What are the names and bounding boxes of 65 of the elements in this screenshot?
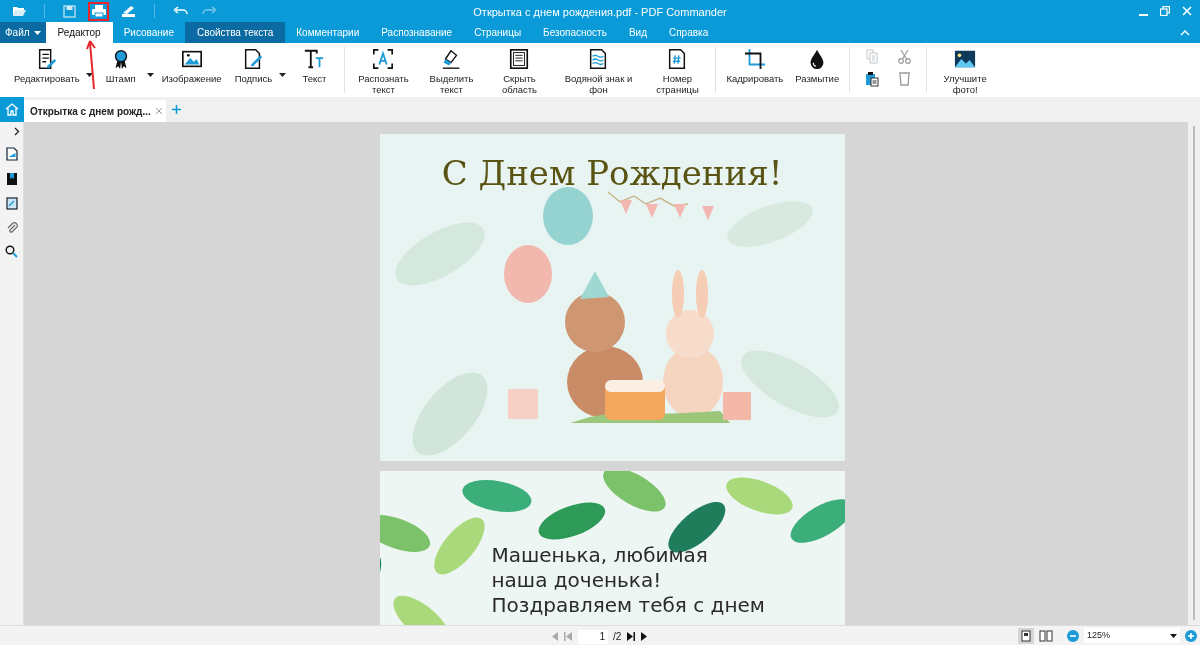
tool-button[interactable]: Текст	[290, 47, 339, 84]
tool-button[interactable]: Штамп	[96, 47, 154, 84]
collapse-ribbon-icon[interactable]	[1180, 29, 1190, 36]
undo-icon[interactable]	[173, 6, 189, 16]
page-number-field[interactable]: 1	[578, 629, 608, 644]
add-tab-icon[interactable]	[171, 105, 181, 114]
paperclip-icon[interactable]	[5, 221, 18, 234]
caret-icon	[1170, 633, 1177, 638]
window-title: Открытка с днем рождения.pdf - PDF Commander	[472, 5, 728, 20]
tool-button[interactable]: Номер страницы	[645, 47, 710, 95]
home-icon	[5, 103, 19, 116]
zoom-dropdown[interactable]: 125%	[1084, 628, 1180, 643]
landscape-photo-icon	[954, 48, 977, 70]
save-icon[interactable]	[63, 4, 76, 18]
file-menu[interactable]: Файл	[0, 22, 46, 43]
zoom-in-icon[interactable]	[1185, 629, 1197, 642]
tool-button[interactable]: Редактировать	[10, 47, 93, 84]
card-text: наша доченька!	[491, 568, 663, 593]
text-recognition-icon	[372, 48, 395, 70]
tool-button[interactable]: Улучшите фото!	[933, 47, 998, 95]
tool-button[interactable]: Выделить текст	[419, 47, 484, 95]
tool-button[interactable]: Изображение	[157, 47, 226, 84]
document-tab[interactable]: Открытка с днем рожд...	[24, 100, 166, 122]
ribbon-tab[interactable]: Свойства текста	[185, 22, 286, 43]
bookmark-icon[interactable]	[5, 172, 18, 186]
open-folder-icon[interactable]	[12, 5, 26, 17]
annotation-arrow	[86, 40, 98, 90]
tool-button[interactable]: Скрыть область	[487, 47, 552, 95]
restore-icon[interactable]	[1160, 6, 1170, 16]
pen-document-icon	[242, 48, 265, 70]
tool-button[interactable]: Размытие	[791, 47, 844, 84]
single-page-view-button[interactable]	[1018, 627, 1034, 644]
caret-icon	[85, 73, 93, 77]
last-page-icon[interactable]	[626, 632, 636, 641]
card-text: Машенька, любимая	[491, 543, 709, 568]
redo-icon[interactable]	[201, 6, 217, 16]
page-thumbnail-icon[interactable]	[5, 147, 18, 161]
tool-button[interactable]: Водяной знак и фон	[555, 47, 642, 95]
tool-button[interactable]: Кадрировать	[722, 47, 788, 84]
caret-icon	[33, 30, 41, 35]
card-text: С Днем Рождения!	[441, 152, 783, 195]
first-page-icon[interactable]	[564, 632, 573, 641]
two-page-view-button[interactable]	[1038, 627, 1054, 644]
text-icon	[303, 48, 326, 70]
clipboard-icon[interactable]	[864, 71, 880, 87]
scrollbar[interactable]	[1188, 122, 1200, 625]
search-icon[interactable]	[5, 245, 18, 258]
tool-button[interactable]: Подпись	[229, 47, 287, 84]
card-text: Поздравляем тебя с днем	[491, 593, 765, 618]
caret-icon	[146, 73, 154, 77]
close-icon[interactable]	[154, 107, 163, 115]
home-button[interactable]	[0, 97, 24, 122]
page-count: /2	[613, 630, 622, 644]
ribbon-tab[interactable]: Редактор	[45, 22, 113, 43]
image-icon	[180, 48, 203, 70]
zoom-out-icon[interactable]	[1067, 629, 1079, 642]
crop-icon	[743, 48, 766, 70]
scanner-icon[interactable]	[121, 4, 136, 18]
redaction-icon	[508, 48, 531, 70]
next-page-icon[interactable]	[640, 632, 648, 641]
annotations-icon[interactable]	[5, 197, 18, 210]
caret-icon	[279, 73, 287, 77]
expand-panel-icon[interactable]	[13, 127, 20, 136]
previous-page-icon[interactable]	[552, 632, 559, 641]
tool-button[interactable]: Распознать текст	[351, 47, 416, 95]
